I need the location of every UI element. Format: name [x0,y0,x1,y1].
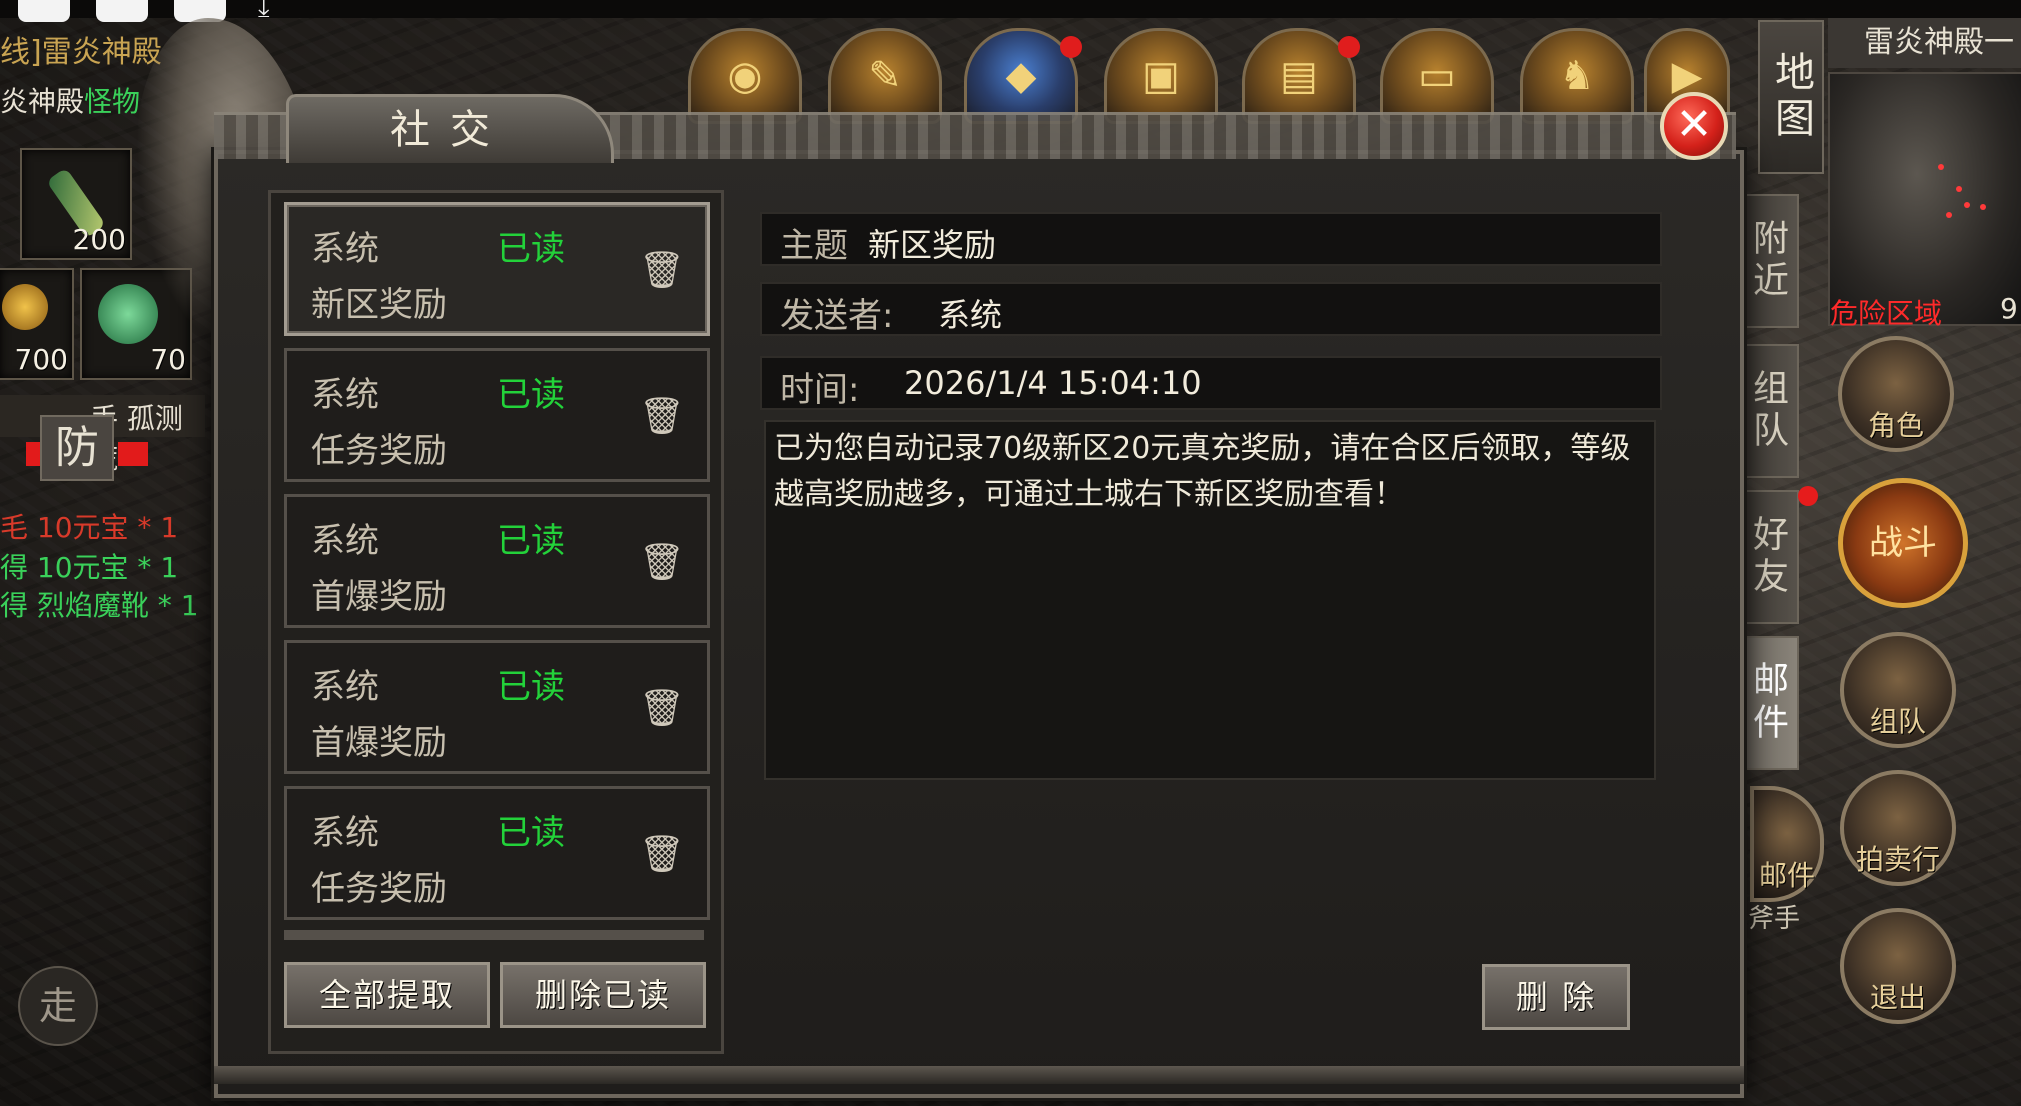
minimap-enemy-dot [1938,164,1944,170]
tab-team[interactable]: 组队 [1735,344,1799,478]
team-button[interactable]: 组队 [1840,632,1956,748]
mail-read-status: 已读 [497,813,565,853]
region-title: 线]雷炎神殿 [0,35,162,70]
mail-sender-row: 发送者: 系统 [760,282,1662,336]
mail-sender: 系统 [311,375,379,415]
auction-house-label: 拍卖行 [1855,843,1940,876]
delete-mail-button[interactable]: 删 除 [1482,964,1630,1030]
axe-hand-label: 斧手 [1748,904,1801,934]
mail-subject: 首爆奖励 [311,723,447,763]
danger-zone-label: 危险区域 [1830,297,1943,330]
hp-indicator-right [118,442,148,466]
mail-subject-row: 主题 新区奖励 [760,212,1662,266]
mail-read-status: 已读 [497,667,565,707]
trash-icon[interactable]: 🗑 [639,395,685,439]
subject-label: 主题 [780,226,848,266]
sender-label: 发送者: [780,296,894,336]
battle-button[interactable]: 战斗 [1838,478,1968,608]
dialog-bottom-border [214,1066,1744,1084]
notification-dot [1060,36,1082,58]
mail-subject: 任务奖励 [311,869,447,909]
minimap-enemy-dot [1946,212,1952,218]
scroll-icon[interactable]: ✎ [828,28,942,124]
dialog-title: 社交 [286,94,614,163]
mail-read-status: 已读 [497,229,565,269]
defense-button[interactable]: 防 [40,415,114,481]
download-icon[interactable]: ⤓ [258,0,292,22]
chat-line: 毛 10元宝 * 1 [0,511,179,544]
gold-coin-icon [2,284,48,330]
sender-value: 系统 [938,296,1003,334]
mail-list-item[interactable]: 系统 已读任务奖励 🗑 [284,348,710,482]
exit-button-label: 退出 [1869,981,1926,1014]
compass-icon[interactable]: ◉ [688,28,802,124]
map-tab[interactable]: 地图 [1758,20,1824,174]
status-bar [0,0,2021,18]
tab-nearby[interactable]: 附近 [1735,194,1799,328]
character-button-label: 角色 [1867,409,1924,442]
quick-slot-2[interactable]: 700 [0,268,74,380]
minimap-region-name: 雷炎神殿一 [1828,18,2021,68]
coordinate-fragment: 9 [2000,292,2018,325]
mail-subject: 首爆奖励 [311,577,447,617]
mail-read-status: 已读 [497,521,565,561]
region-subtitle-prefix: 炎神殿 [0,85,85,118]
minimap-enemy-dot [1956,186,1962,192]
quick-slot-3-count: 70 [150,343,186,376]
mail-body-box: 已为您自动记录70级新区20元真充奖励，请在合区后领取，等级越高奖励越多，可通过… [764,420,1656,780]
warrior-icon[interactable]: ♞ [1520,28,1634,124]
close-button[interactable]: ✕ [1660,92,1728,160]
chat-line: 得 烈焰魔靴 * 1 [0,589,199,622]
monster-link[interactable]: 怪物 [84,85,140,118]
mail-sender: 系统 [311,229,379,269]
quick-slot-2-count: 700 [14,343,68,376]
mail-list-scroll-edge [284,930,704,940]
chat-line: 得 10元宝 * 1 [0,551,179,584]
mail-read-status: 已读 [497,375,565,415]
mail-list-item[interactable]: 系统 已读任务奖励 🗑 [284,786,710,920]
minimap-enemy-dot [1964,202,1970,208]
status-indicator-1 [18,0,70,22]
character-button[interactable]: 角色 [1838,336,1954,452]
mail-sender: 系统 [311,667,379,707]
jade-dragon-icon [98,284,158,344]
time-value: 2026/1/4 15:04:10 [904,364,1202,402]
team-button-label: 组队 [1869,705,1926,738]
tab-friends[interactable]: 好友 [1735,490,1799,624]
trash-icon[interactable]: 🗑 [639,541,685,585]
notification-dot [1338,36,1360,58]
tab-mail[interactable]: 邮件 [1735,636,1799,770]
mail-list-item[interactable]: 系统 已读首爆奖励 🗑 [284,494,710,628]
walk-toggle-button[interactable]: 走 [18,966,98,1046]
trash-icon[interactable]: 🗑 [639,249,685,293]
trash-icon[interactable]: 🗑 [639,833,685,877]
map-scroll-icon[interactable]: ▭ [1380,28,1494,124]
quick-slot-1[interactable]: 200 [20,148,132,260]
mail-shortcut-label: 邮件 [1758,859,1815,892]
delete-read-button[interactable]: 删除已读 [500,962,706,1028]
mail-sender: 系统 [311,813,379,853]
time-label: 时间: [780,370,860,410]
subject-value: 新区奖励 [868,226,997,264]
mail-time-row: 时间: 2026/1/4 15:04:10 [760,356,1662,410]
status-indicator-2 [96,0,148,22]
notification-dot [1798,486,1818,506]
treasure-chest-icon[interactable]: ▣ [1104,28,1218,124]
mail-subject: 新区奖励 [311,285,447,325]
mail-list-item[interactable]: 系统 已读新区奖励 🗑 [284,202,710,336]
claim-all-button[interactable]: 全部提取 [284,962,490,1028]
quick-slot-1-count: 200 [72,223,126,256]
mail-list-item[interactable]: 系统 已读首爆奖励 🗑 [284,640,710,774]
trash-icon[interactable]: 🗑 [639,687,685,731]
auction-house-button[interactable]: 拍卖行 [1840,770,1956,886]
exit-button[interactable]: 退出 [1840,908,1956,1024]
mail-sender: 系统 [311,521,379,561]
mail-subject: 任务奖励 [311,431,447,471]
minimap-enemy-dot [1980,204,1986,210]
minimap[interactable] [1828,72,2021,326]
mail-body-text: 已为您自动记录70级新区20元真充奖励，请在合区后领取，等级越高奖励越多，可通过… [774,431,1631,512]
